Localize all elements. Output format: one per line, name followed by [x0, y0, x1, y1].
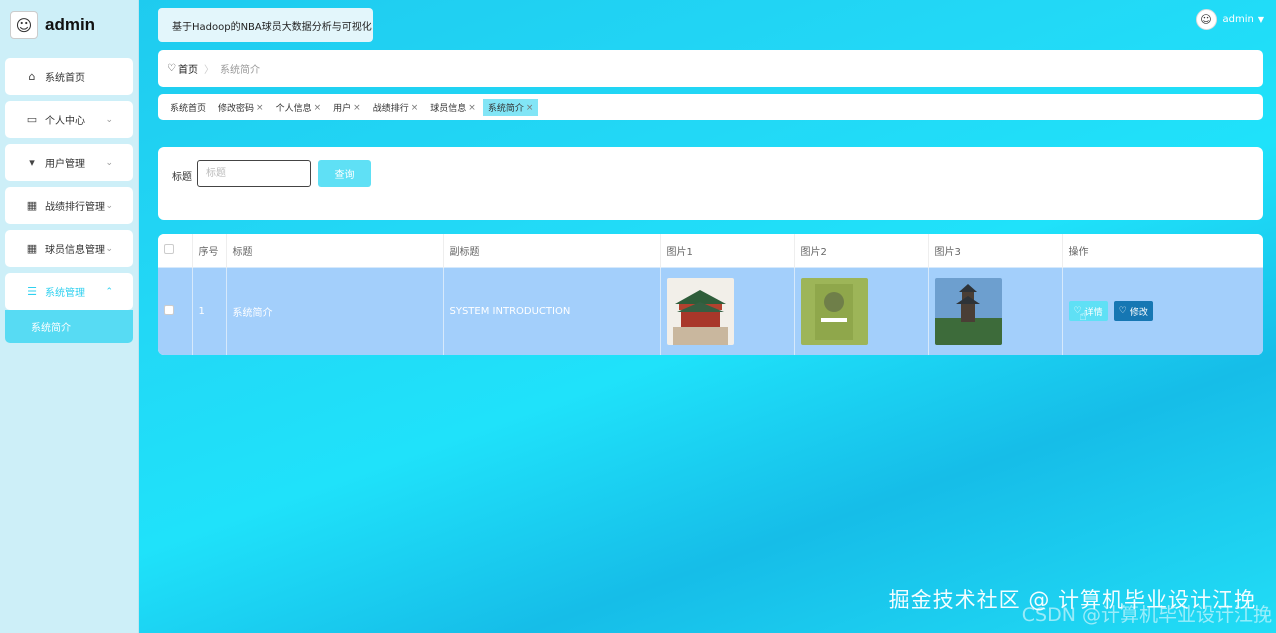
- tag-bar: 系统首页 修改密码 × 个人信息 × 用户 × 战绩排行 × 球员信息 × 系统简介 ×: [158, 94, 1263, 120]
- avatar: ☺: [10, 11, 38, 39]
- column-header: 标题: [226, 234, 444, 267]
- chevron-down-icon: ⌄: [105, 157, 113, 168]
- column-header: 图片2: [794, 234, 929, 267]
- chevron-down-icon: ⌄: [105, 114, 113, 125]
- brand: ☺ admin: [0, 0, 138, 50]
- close-icon[interactable]: ×: [353, 103, 361, 113]
- breadcrumb: ♡ 首页 〉 系统简介: [158, 50, 1263, 87]
- tag-players[interactable]: 球员信息 ×: [425, 99, 481, 116]
- data-table: 序号 标题 副标题 图片1 图片2 图片3 操作 1 系统简介 SYSTEM I…: [158, 234, 1263, 355]
- tag-label: 用户: [333, 104, 352, 114]
- close-icon[interactable]: ×: [314, 103, 322, 113]
- row-index: 1: [192, 266, 227, 355]
- image1-cell: [660, 266, 795, 355]
- grid-icon: ▦: [26, 199, 38, 212]
- image3-cell: [928, 266, 1063, 355]
- sidebar-item-label: 个人中心: [45, 116, 85, 127]
- submenu-item-intro[interactable]: 系统简介: [5, 310, 133, 343]
- close-icon[interactable]: ×: [468, 103, 476, 113]
- table-header-row: 序号 标题 副标题 图片1 图片2 图片3 操作: [158, 234, 1263, 267]
- heart-icon: ♡: [167, 63, 176, 74]
- tag-label: 个人信息: [275, 104, 312, 114]
- menu-icon: ☰: [27, 285, 37, 298]
- breadcrumb-home[interactable]: 首页: [178, 61, 198, 76]
- edit-button[interactable]: ♡ 修改: [1113, 301, 1153, 322]
- sidebar-menu: ⌂ 系统首页 ▭ 个人中心 ⌄ ▾ 用户管理 ⌄ ▦ 战绩排行管理 ⌄ ▦ 球员…: [0, 50, 138, 343]
- image1-thumbnail[interactable]: [666, 277, 734, 345]
- sidebar-item-users[interactable]: ▾ 用户管理 ⌄: [5, 144, 133, 181]
- chevron-down-icon: ⌄: [105, 243, 113, 254]
- tag-label: 系统简介: [487, 104, 524, 114]
- tag-label: 战绩排行: [372, 104, 409, 114]
- search-button[interactable]: 查询: [318, 160, 371, 187]
- hand-cursor-icon: ☝: [1079, 309, 1087, 324]
- tag-label: 球员信息: [430, 104, 467, 114]
- row-select-cell[interactable]: [158, 266, 193, 355]
- brand-name: admin: [45, 15, 96, 34]
- detail-label: 详情: [1084, 307, 1103, 318]
- watermark-juejin: 掘金技术社区 @ 计算机毕业设计江挽: [888, 588, 1256, 612]
- sidebar-item-label: 战绩排行管理: [45, 202, 105, 213]
- tag-ranking[interactable]: 战绩排行 ×: [368, 99, 424, 116]
- sidebar-item-label: 用户管理: [45, 159, 85, 170]
- edit-label: 修改: [1129, 307, 1148, 318]
- image2-thumbnail[interactable]: [800, 277, 868, 345]
- select-all-cell[interactable]: [158, 234, 193, 267]
- column-header: 副标题: [443, 234, 661, 267]
- tag-home[interactable]: 系统首页: [165, 99, 211, 116]
- credit-card-icon: ▭: [26, 113, 38, 126]
- tag-label: 修改密码: [218, 104, 255, 114]
- tag-intro[interactable]: 系统简介 ×: [482, 99, 539, 116]
- breadcrumb-current: 系统简介: [219, 65, 260, 76]
- tag-users[interactable]: 用户 ×: [328, 99, 366, 116]
- search-input[interactable]: [197, 160, 311, 187]
- sidebar-item-personal[interactable]: ▭ 个人中心 ⌄: [5, 101, 133, 138]
- close-icon[interactable]: ×: [256, 103, 264, 113]
- image2-cell: [794, 266, 929, 355]
- sidebar-item-players[interactable]: ▦ 球员信息管理 ⌄: [5, 230, 133, 267]
- tag-personal-info[interactable]: 个人信息 ×: [271, 99, 327, 116]
- column-header: 序号: [192, 234, 227, 267]
- user-name: admin: [1222, 14, 1254, 25]
- pin-icon: ▾: [29, 156, 35, 169]
- search-label: 标题: [172, 172, 192, 183]
- detail-button[interactable]: ♡ 详情: [1068, 301, 1108, 322]
- user-menu[interactable]: ☺ admin ▼: [1195, 9, 1264, 30]
- heart-icon: ♡: [1118, 306, 1127, 317]
- column-header: 图片3: [928, 234, 1063, 267]
- row-title: 系统简介: [226, 266, 444, 355]
- close-icon[interactable]: ×: [526, 103, 534, 113]
- sidebar-item-label: 系统首页: [45, 73, 85, 84]
- column-header: 操作: [1062, 234, 1263, 267]
- tag-label: 系统首页: [170, 104, 207, 114]
- row-subtitle: SYSTEM INTRODUCTION: [443, 266, 661, 355]
- chevron-down-icon: ⌄: [105, 200, 113, 211]
- user-avatar: ☺: [1195, 9, 1217, 30]
- column-header: 图片1: [660, 234, 795, 267]
- chevron-up-icon: ⌃: [105, 286, 113, 297]
- sidebar-item-ranking[interactable]: ▦ 战绩排行管理 ⌄: [5, 187, 133, 224]
- sidebar: ☺ admin ⌂ 系统首页 ▭ 个人中心 ⌄ ▾ 用户管理 ⌄ ▦ 战绩排行管…: [0, 0, 139, 633]
- grid-icon: ▦: [26, 242, 38, 255]
- row-checkbox[interactable]: [164, 304, 174, 315]
- breadcrumb-separator: 〉: [203, 65, 214, 76]
- tag-change-password[interactable]: 修改密码 ×: [213, 99, 269, 116]
- sidebar-item-system[interactable]: ☰ 系统管理 ⌃: [5, 273, 133, 310]
- close-icon[interactable]: ×: [411, 103, 419, 113]
- table-row[interactable]: 1 系统简介 SYSTEM INTRODUCTION ♡ 详情 ♡ 修改: [158, 266, 1263, 355]
- sidebar-item-label: 球员信息管理: [45, 245, 105, 256]
- search-panel: 标题 查询: [158, 147, 1263, 220]
- image3-thumbnail[interactable]: [934, 277, 1002, 345]
- select-all-checkbox[interactable]: [164, 243, 174, 254]
- actions-cell: ♡ 详情 ♡ 修改: [1062, 266, 1263, 355]
- caret-down-icon: ▼: [1257, 15, 1264, 24]
- home-icon: ⌂: [28, 70, 36, 83]
- system-title: 基于Hadoop的NBA球员大数据分析与可视化: [158, 8, 373, 42]
- sidebar-item-label: 系统管理: [45, 288, 85, 299]
- sidebar-item-home[interactable]: ⌂ 系统首页: [5, 58, 133, 95]
